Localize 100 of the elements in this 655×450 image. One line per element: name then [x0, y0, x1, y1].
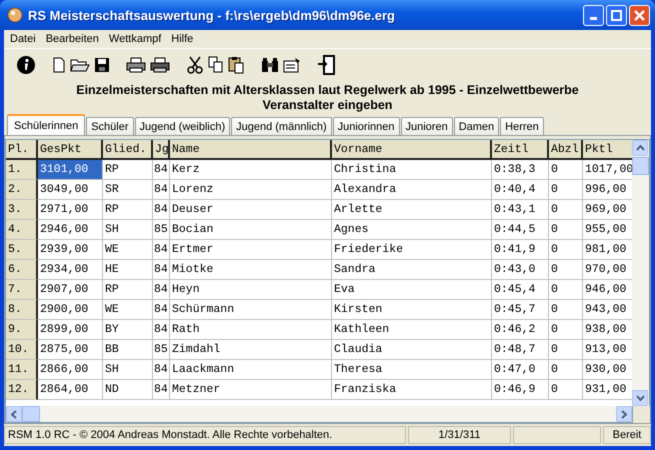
menu-item[interactable]: Bearbeiten — [46, 33, 99, 45]
table-cell: 0:45,4 — [492, 280, 549, 300]
table-cell: 0 — [549, 220, 583, 240]
table-cell: Sandra — [332, 260, 492, 280]
paste-icon[interactable] — [228, 56, 245, 74]
printer-icon[interactable] — [126, 56, 146, 72]
table-cell: 2946,00 — [38, 220, 103, 240]
tab[interactable]: Schülerinnen — [7, 114, 86, 135]
column-header[interactable]: Pktl — [583, 140, 632, 160]
table-cell: 0 — [549, 180, 583, 200]
table-cell: Kerz — [170, 160, 332, 180]
table-cell: Eva — [332, 280, 492, 300]
table-cell: SH — [103, 220, 153, 240]
table-cell: RP — [103, 280, 153, 300]
column-header[interactable]: Vorname — [332, 140, 492, 160]
table-cell: 84 — [153, 320, 170, 340]
scroll-down-icon[interactable] — [636, 395, 644, 401]
table-cell: 0:43,1 — [492, 200, 549, 220]
table-cell: Deuser — [170, 200, 332, 220]
scroll-left-icon[interactable] — [11, 410, 17, 418]
binoculars-icon[interactable] — [261, 56, 279, 72]
row-header: 9. — [6, 320, 38, 340]
scroll-thumb[interactable] — [632, 157, 649, 175]
table-cell: 0:48,7 — [492, 340, 549, 360]
column-header[interactable]: Abzl — [549, 140, 583, 160]
table-cell: 0:43,0 — [492, 260, 549, 280]
table-cell: 0:38,3 — [492, 160, 549, 180]
table-cell: Schürmann — [170, 300, 332, 320]
table-cell: 2864,00 — [38, 380, 103, 400]
column-header[interactable]: Glied. — [103, 140, 153, 160]
table-cell: Alexandra — [332, 180, 492, 200]
folder-icon[interactable] — [70, 56, 90, 72]
column-header[interactable]: Jg — [153, 140, 170, 160]
table-cell: 2875,00 — [38, 340, 103, 360]
menu-item[interactable]: Datei — [10, 33, 36, 45]
table-cell: 0 — [549, 380, 583, 400]
minimize-icon — [590, 17, 597, 20]
table-cell: RP — [103, 200, 153, 220]
maximize-button[interactable] — [606, 4, 627, 26]
maximize-icon — [611, 10, 622, 20]
tab[interactable]: Jugend (weiblich) — [134, 117, 230, 135]
table-cell: 2907,00 — [38, 280, 103, 300]
table-cell: 2866,00 — [38, 360, 103, 380]
cut-icon[interactable] — [186, 56, 204, 74]
table-cell: 84 — [153, 240, 170, 260]
table-cell: Agnes — [332, 220, 492, 240]
scroll-right-icon[interactable] — [621, 410, 627, 418]
tab[interactable]: Herren — [500, 117, 544, 135]
table-cell: 3049,00 — [38, 180, 103, 200]
window-title: RS Meisterschaftsauswertung - f:\rs\ergeb\dm96\dm96e.erg — [28, 8, 396, 22]
column-header[interactable]: Name — [170, 140, 332, 160]
table-cell: Zimdahl — [170, 340, 332, 360]
table-cell: 0:45,7 — [492, 300, 549, 320]
table-cell: Claudia — [332, 340, 492, 360]
row-header: 2. — [6, 180, 38, 200]
column-header[interactable]: Pl. — [6, 140, 38, 160]
table-cell: 84 — [153, 180, 170, 200]
table-cell: Christina — [332, 160, 492, 180]
new-file-icon[interactable] — [52, 56, 66, 72]
tab[interactable]: Damen — [454, 117, 500, 135]
tab[interactable]: Juniorinnen — [332, 117, 400, 135]
table-cell: Franziska — [332, 380, 492, 400]
tab[interactable]: Jugend (männlich) — [231, 117, 332, 135]
printer-icon[interactable] — [150, 56, 170, 72]
table-cell: Bocian — [170, 220, 332, 240]
close-button[interactable] — [629, 4, 650, 26]
save-icon[interactable] — [94, 56, 110, 72]
info-icon[interactable] — [16, 54, 36, 74]
vertical-scrollbar[interactable] — [632, 140, 649, 406]
table-cell: 0:44,5 — [492, 220, 549, 240]
column-header[interactable]: Zeitl — [492, 140, 549, 160]
horizontal-scrollbar[interactable] — [5, 406, 633, 423]
table-cell: 84 — [153, 260, 170, 280]
scroll-thumb[interactable] — [22, 406, 40, 422]
table-cell: 84 — [153, 360, 170, 380]
scroll-up-icon[interactable] — [636, 145, 644, 151]
table-cell: 0 — [549, 260, 583, 280]
minimize-button[interactable] — [583, 4, 604, 26]
table-cell: Kathleen — [332, 320, 492, 340]
table-cell: 84 — [153, 200, 170, 220]
table-cell: 2899,00 — [38, 320, 103, 340]
table-cell: 0:47,0 — [492, 360, 549, 380]
properties-icon[interactable] — [283, 56, 301, 72]
menu-item[interactable]: Wettkampf — [108, 33, 162, 45]
table-cell: 0:41,9 — [492, 240, 549, 260]
table-cell: WE — [103, 240, 153, 260]
tab[interactable]: Junioren — [400, 117, 453, 135]
tab[interactable]: Schüler — [86, 117, 134, 135]
row-header: 3. — [6, 200, 38, 220]
exit-door-icon[interactable] — [317, 54, 337, 74]
table-cell: WE — [103, 300, 153, 320]
row-header: 10. — [6, 340, 38, 360]
table-cell: 0 — [549, 360, 583, 380]
table-cell: Ertmer — [170, 240, 332, 260]
heading-text: Veranstalter eingeben — [262, 98, 394, 113]
row-header: 8. — [6, 300, 38, 320]
copy-icon[interactable] — [208, 56, 224, 73]
column-header[interactable]: GesPkt — [38, 140, 103, 160]
row-header: 4. — [6, 220, 38, 240]
menu-item[interactable]: Hilfe — [171, 33, 194, 45]
